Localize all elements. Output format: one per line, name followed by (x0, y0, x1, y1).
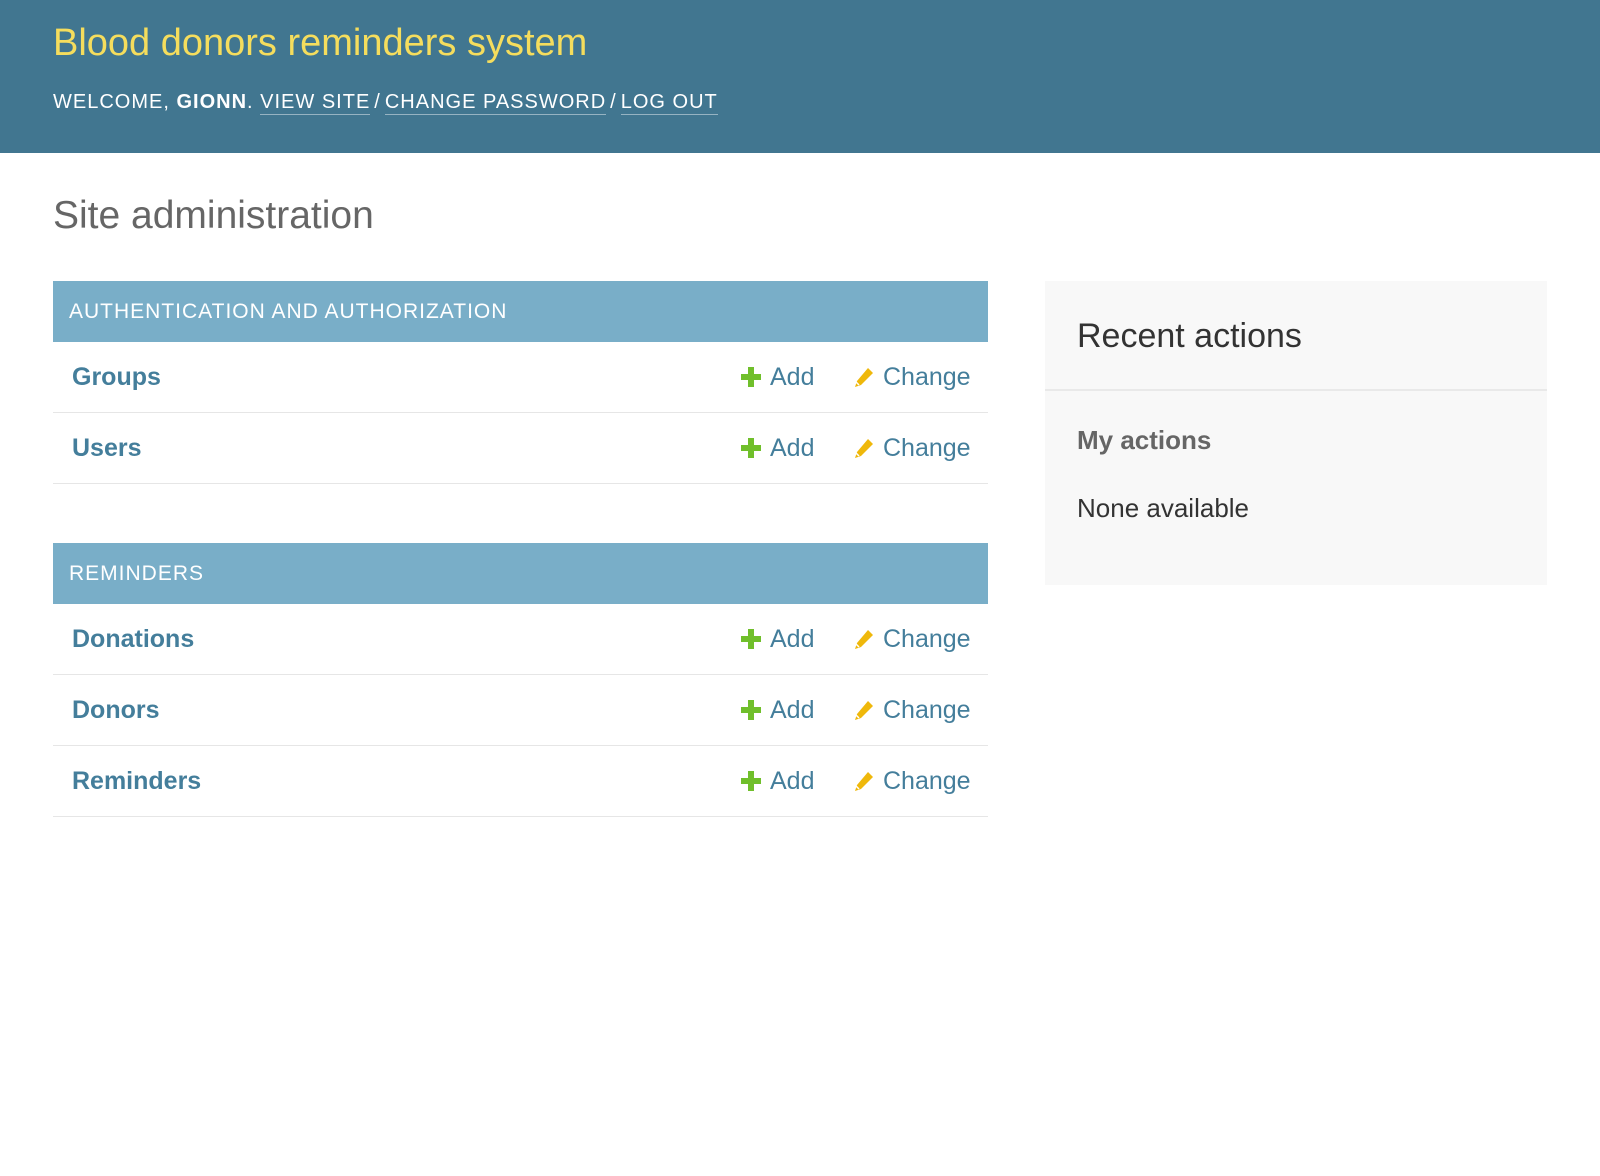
username: gionn (176, 91, 248, 113)
welcome-label: Welcome, (53, 91, 170, 113)
header: Blood donors reminders system Welcome, g… (0, 0, 1600, 153)
app-module-auth: Authentication and Authorization Groups … (53, 281, 988, 484)
plus-icon (741, 367, 761, 387)
page-title: Site administration (53, 194, 374, 237)
module-caption[interactable]: Authentication and Authorization (53, 281, 988, 342)
model-row-donors: Donors Add Change (53, 675, 988, 746)
pencil-icon (855, 368, 873, 387)
change-link[interactable]: Change (853, 604, 971, 675)
add-link[interactable]: Add (740, 342, 814, 413)
model-link[interactable]: Reminders (72, 746, 201, 817)
user-tools: Welcome, gionn. View site / Change passwor… (53, 91, 718, 115)
add-link[interactable]: Add (740, 675, 814, 746)
my-actions-heading: My actions (1077, 425, 1212, 455)
change-link[interactable]: Change (853, 413, 971, 484)
module-caption[interactable]: Reminders (53, 543, 988, 604)
pencil-icon (855, 772, 873, 791)
change-link[interactable]: Change (853, 746, 971, 817)
model-row-users: Users Add Change (53, 413, 988, 484)
separator: / (610, 91, 617, 113)
plus-icon (741, 438, 761, 458)
pencil-icon (855, 630, 873, 649)
recent-actions-title: Recent actions (1077, 317, 1302, 355)
change-link[interactable]: Change (853, 675, 971, 746)
log-out-link[interactable]: Log out (620, 91, 718, 115)
model-row-groups: Groups Add Change (53, 342, 988, 413)
pencil-icon (855, 439, 873, 458)
pencil-icon (855, 701, 873, 720)
recent-actions-panel: Recent actions My actions None available (1045, 281, 1547, 585)
model-link[interactable]: Donors (72, 675, 160, 746)
separator: / (374, 91, 381, 113)
model-row-donations: Donations Add Change (53, 604, 988, 675)
site-branding[interactable]: Blood donors reminders system (53, 22, 587, 65)
model-link[interactable]: Groups (72, 342, 161, 413)
empty-message: None available (1077, 493, 1250, 523)
add-link[interactable]: Add (740, 746, 814, 817)
change-password-link[interactable]: Change password (384, 91, 607, 115)
plus-icon (741, 771, 761, 791)
add-link[interactable]: Add (740, 413, 814, 484)
view-site-link[interactable]: View site (260, 91, 371, 115)
model-link[interactable]: Users (72, 413, 142, 484)
add-link[interactable]: Add (740, 604, 814, 675)
app-module-reminders: Reminders Donations Add Change Donors Ad… (53, 543, 988, 817)
model-link[interactable]: Donations (72, 604, 194, 675)
change-link[interactable]: Change (853, 342, 971, 413)
plus-icon (741, 700, 761, 720)
plus-icon (741, 629, 761, 649)
divider (1045, 389, 1547, 391)
model-row-reminders: Reminders Add Change (53, 746, 988, 817)
